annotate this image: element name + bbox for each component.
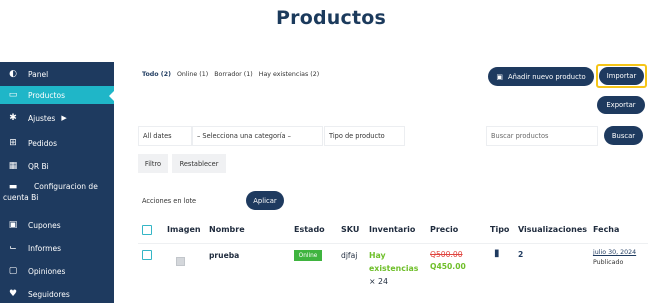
sidebar-item-panel[interactable]: ◐ Panel (0, 66, 114, 82)
sale-price: Q450.00 (430, 262, 466, 271)
cart-icon: ⊞ (9, 138, 17, 148)
sidebar-item-label: QR Bi (28, 161, 49, 171)
inventory-line-2: existencias (369, 264, 419, 273)
sidebar-item-cupones[interactable]: ▣ Cupones (0, 217, 114, 233)
qr-icon: ▦ (8, 161, 18, 171)
search-input[interactable]: Buscar productos (486, 126, 598, 146)
column-header-inventory: Inventario (369, 225, 416, 234)
product-thumbnail (176, 257, 185, 266)
heart-icon: ♥ (8, 289, 18, 299)
dates-select[interactable]: All dates (138, 126, 192, 146)
dashboard-icon: ◐ (9, 69, 17, 79)
sidebar-item-productos[interactable]: ▭ Productos (0, 86, 115, 104)
filter-button[interactable]: Filtro (138, 154, 168, 173)
category-select[interactable]: – Selecciona una categoría – (192, 126, 323, 146)
column-header-sku[interactable]: SKU (341, 225, 359, 234)
sidebar-item-opiniones[interactable]: ▢ Opiniones (0, 263, 114, 279)
sidebar-item-label: Pedidos (28, 138, 57, 148)
sidebar-item-label: Ajustes (28, 113, 56, 123)
sidebar-item-informes[interactable]: ⌙ Informes (0, 240, 114, 256)
search-button[interactable]: Buscar (604, 126, 643, 145)
bulk-actions-select[interactable]: Acciones en lote (138, 191, 241, 210)
page-title: Productos (276, 7, 386, 29)
sidebar-item-label: Informes (28, 243, 61, 253)
column-header-price[interactable]: Precio (430, 225, 458, 234)
status-views: Todo (2) Online (1) Borrador (1) Hay exi… (142, 71, 323, 78)
gear-icon: ✱ (9, 113, 17, 123)
regular-price: Q500.00 (430, 250, 463, 259)
sidebar-item-ajustes[interactable]: ✱ Ajustes ▶ (0, 110, 114, 126)
column-header-image: Imagen (167, 225, 201, 234)
sidebar-item-label: Panel (28, 69, 49, 79)
product-type-select[interactable]: Tipo de producto (324, 126, 405, 146)
sidebar-item-seguidores[interactable]: ♥ Seguidores (0, 286, 114, 302)
column-header-name[interactable]: Nombre (209, 225, 245, 234)
row-checkbox[interactable] (142, 250, 152, 260)
product-date: julio 30, 2024 (593, 249, 637, 256)
view-all-link[interactable]: Todo (2) (142, 71, 171, 78)
column-header-date[interactable]: Fecha (593, 225, 619, 234)
inventory-quantity: × 24 (369, 277, 388, 286)
views-count: 2 (518, 250, 524, 259)
publish-status: Publicado (593, 259, 624, 266)
inventory-status: Hay existencias × 24 (369, 249, 418, 288)
briefcase-icon: ▣ (496, 72, 503, 81)
sidebar-item-label: Cupones (28, 220, 61, 230)
gift-icon: ▣ (8, 220, 18, 230)
view-online-link[interactable]: Online (1) (177, 71, 208, 78)
header-divider (138, 243, 648, 244)
add-product-label: Añadir nuevo producto (507, 72, 586, 81)
column-header-status: Estado (294, 225, 325, 234)
sidebar-item-configuracion-cuenta[interactable]: ▬ Configuracion de cuenta Bi (0, 181, 114, 205)
sidebar-item-label-2: cuenta Bi (3, 193, 39, 202)
sidebar-item-label: Productos (28, 90, 65, 100)
chart-icon: ⌙ (9, 243, 17, 253)
card-icon: ▬ (8, 182, 18, 192)
chevron-right-icon: ▶ (61, 114, 67, 122)
comments-icon: ▢ (8, 266, 18, 276)
sidebar-item-pedidos[interactable]: ⊞ Pedidos (0, 135, 114, 151)
export-button[interactable]: Exportar (597, 96, 645, 114)
product-name-link[interactable]: prueba (209, 251, 239, 260)
sidebar-item-qr-bi[interactable]: ▦ QR Bi (0, 158, 114, 174)
add-product-button[interactable]: ▣ Añadir nuevo producto (488, 67, 594, 86)
sidebar: ◐ Panel ▭ Productos ✱ Ajustes ▶ ⊞ Pedido… (0, 62, 115, 303)
inventory-line-1: Hay (369, 251, 386, 260)
status-badge: Online (294, 250, 322, 261)
reset-button[interactable]: Restablecer (172, 154, 226, 173)
view-in-stock-link[interactable]: Hay existencias (2) (259, 71, 319, 78)
select-all-checkbox[interactable] (142, 225, 152, 235)
simple-product-icon: ▮ (494, 248, 500, 259)
sidebar-item-label: Opiniones (28, 266, 66, 276)
column-header-views: Visualizaciones (518, 225, 588, 234)
column-header-type: Tipo (490, 225, 510, 234)
sidebar-item-label: Seguidores (28, 289, 70, 299)
product-sku: djfaj (341, 251, 358, 260)
view-draft-link[interactable]: Borrador (1) (214, 71, 252, 78)
import-button[interactable]: Importar (599, 67, 644, 85)
apply-button[interactable]: Aplicar (246, 191, 284, 210)
products-icon: ▭ (8, 90, 18, 100)
